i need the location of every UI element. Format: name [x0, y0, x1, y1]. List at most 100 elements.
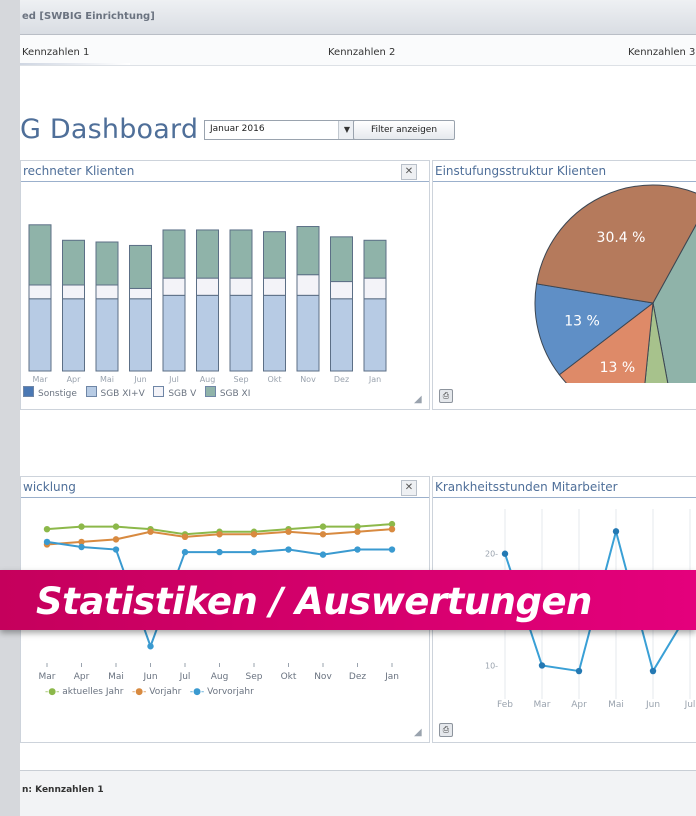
- series-point: [354, 528, 361, 535]
- bar-segment: [330, 298, 353, 372]
- bar-segment: [129, 244, 152, 289]
- bar-segment: [162, 277, 186, 296]
- bar-segment: [263, 231, 286, 279]
- pie-chart: 39.1 %13 %13 %30.4 %: [534, 184, 696, 383]
- tab-kennzahlen-3[interactable]: Kennzahlen 3: [628, 47, 695, 58]
- legend-swatch: [153, 386, 165, 397]
- bar-segment: [296, 294, 320, 372]
- bar-segment: [296, 274, 320, 296]
- series-point: [43, 538, 51, 546]
- series-point: [112, 536, 120, 543]
- bar-segment: [363, 277, 387, 300]
- panel-title: Krankheitsstunden Mitarbeiter: [435, 480, 618, 494]
- bar-segment: [162, 229, 186, 279]
- series-point: [649, 667, 657, 675]
- legend-label: aktuelles Jahr: [62, 687, 124, 697]
- bar-segment: [95, 241, 119, 286]
- x-tick-label: Sep: [233, 375, 248, 384]
- print-icon[interactable]: ⎙: [439, 389, 453, 403]
- tab-bar: Kennzahlen 1 Kennzahlen 2 Kennzahlen 3: [20, 35, 696, 66]
- period-select-value: Januar 2016: [210, 124, 265, 134]
- x-tick-label: Jun: [645, 700, 660, 710]
- series-point: [112, 546, 120, 553]
- x-tick-label: Mar: [39, 672, 56, 682]
- pie-slice-label: 13 %: [564, 314, 600, 330]
- bar-segment: [229, 277, 253, 296]
- panel-title: Einstufungsstruktur Klienten: [435, 164, 607, 178]
- panel-header: Einstufungsstruktur Klienten: [433, 161, 696, 182]
- banner-text: Statistiken / Auswertungen: [36, 580, 592, 623]
- legend-swatch: [204, 386, 216, 397]
- legend-label: SGB V: [168, 389, 197, 399]
- legend-label: SGB XI: [219, 389, 251, 399]
- bar-segment: [129, 298, 152, 372]
- bar-segment: [196, 229, 219, 279]
- series-point: [147, 528, 154, 535]
- bar-segment: [330, 236, 353, 283]
- bar-segment: [229, 294, 253, 372]
- bar-segment: [363, 239, 387, 279]
- legend-marker: -●-: [45, 687, 60, 697]
- period-select[interactable]: Januar 2016 ▼: [204, 120, 356, 140]
- filter-button[interactable]: Filter anzeigen: [353, 120, 455, 140]
- window-title: ed [SWBIG Einrichtung]: [22, 11, 155, 22]
- x-tick-label: Mai: [100, 375, 114, 384]
- series-point: [575, 667, 583, 675]
- series-point: [354, 546, 361, 553]
- panel-header: wicklung: [21, 477, 429, 498]
- bar-segment: [263, 277, 286, 296]
- bar-chart: Mar Apr Mai Jun Jul Aug Sep Okt Nov Dez Jan: [28, 224, 387, 384]
- x-tick-label: Nov: [300, 375, 316, 384]
- series-point: [319, 551, 327, 558]
- series-point: [388, 525, 396, 533]
- tab-kennzahlen-1[interactable]: Kennzahlen 1: [22, 47, 89, 58]
- x-tick-label: Mai: [608, 700, 624, 710]
- bar-segment: [62, 298, 85, 372]
- resize-handle-icon[interactable]: ◢: [414, 727, 426, 739]
- series-point: [43, 525, 51, 533]
- panel-einstufungsstruktur: Einstufungsstruktur Klienten 39.1 %13 %1…: [432, 160, 696, 410]
- bar-segment: [363, 298, 387, 372]
- x-tick-label: Dez: [334, 375, 349, 384]
- print-icon[interactable]: ⎙: [439, 723, 453, 737]
- app-window: ed [SWBIG Einrichtung] Kennzahlen 1 Kenn…: [20, 0, 696, 816]
- series-point: [181, 533, 189, 541]
- x-tick-label: Apr: [67, 375, 82, 384]
- series-point: [112, 523, 120, 530]
- bar-segment: [229, 229, 253, 279]
- pie-slice-label: 30.4 %: [597, 230, 646, 246]
- panel-abgerechneter-klienten: rechneter Klienten ✕ Mar Apr Mai Jun Jul Aug S…: [20, 160, 430, 410]
- series-point: [78, 523, 85, 530]
- close-icon[interactable]: ✕: [401, 480, 417, 496]
- series-point: [388, 546, 396, 553]
- x-tick-label: Jul: [179, 672, 191, 682]
- resize-handle-icon[interactable]: ◢: [414, 394, 426, 406]
- x-tick-label: Dez: [349, 672, 366, 682]
- legend-label: SGB XI+V: [100, 389, 145, 399]
- active-tab-indicator: [20, 63, 130, 65]
- x-tick-label: Sep: [246, 672, 263, 682]
- bar-segment: [263, 294, 286, 372]
- legend-label: Sonstige: [38, 389, 77, 399]
- series-point: [216, 531, 223, 538]
- promo-banner: Statistiken / Auswertungen: [0, 570, 696, 630]
- x-tick-label: Aug: [200, 375, 216, 384]
- y-tick-label: 20-: [485, 550, 498, 559]
- bar-segment: [62, 284, 85, 300]
- bar-segment: [28, 284, 52, 300]
- x-tick-label: Jan: [384, 672, 399, 682]
- x-tick-label: Jun: [133, 375, 147, 384]
- panel-header: rechneter Klienten: [21, 161, 429, 182]
- series-point: [285, 528, 292, 535]
- series-point: [181, 548, 189, 556]
- legend-swatch: [85, 386, 97, 397]
- window-titlebar: ed [SWBIG Einrichtung]: [20, 0, 696, 35]
- x-tick-label: Apr: [571, 700, 587, 710]
- status-bar: n: Kennzahlen 1: [20, 770, 696, 816]
- tab-kennzahlen-2[interactable]: Kennzahlen 2: [328, 47, 395, 58]
- bar-segment: [129, 287, 152, 300]
- bar-segment: [95, 284, 119, 300]
- close-icon[interactable]: ✕: [401, 164, 417, 180]
- series-point: [612, 528, 620, 535]
- bar-segment: [62, 239, 85, 286]
